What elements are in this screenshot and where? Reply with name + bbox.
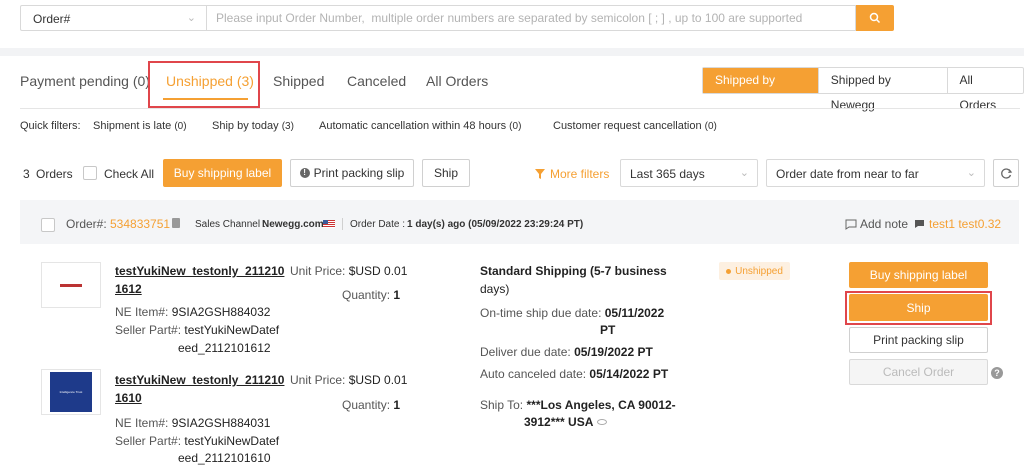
quick-filter-label: Ship by today bbox=[212, 120, 279, 132]
chat-icon bbox=[915, 220, 924, 228]
search-type-label: Order# bbox=[33, 12, 71, 26]
note-icon bbox=[845, 219, 857, 230]
item-seller-part-cont: eed_2112101612 bbox=[178, 341, 271, 355]
tab-shipped[interactable]: Shipped bbox=[273, 73, 324, 89]
tab-payment-pending[interactable]: Payment pending (0) bbox=[20, 73, 150, 89]
quick-filter-customer-cancel[interactable]: Customer request cancellation (0) bbox=[553, 120, 717, 132]
order-date-value: 1 day(s) ago (05/09/2022 23:29:24 PT) bbox=[407, 219, 584, 230]
ontime-ship-due: On-time ship due date: 05/11/2022 bbox=[480, 306, 665, 320]
note-user[interactable]: test1 test0.32 bbox=[914, 217, 1001, 231]
order-date-label: Order Date : bbox=[350, 219, 406, 230]
add-note-link[interactable]: Add note bbox=[845, 217, 908, 231]
filter-icon bbox=[535, 169, 545, 179]
quick-filter-count: (3) bbox=[281, 121, 294, 132]
header-separator bbox=[342, 218, 343, 230]
info-icon: ! bbox=[299, 168, 310, 178]
cancel-order-button[interactable]: Cancel Order bbox=[849, 359, 988, 385]
segment-all-orders[interactable]: All Orders bbox=[946, 68, 1024, 112]
ship-highlight-box bbox=[845, 291, 992, 325]
segment-shipped-by-newegg[interactable]: Shipped by Newegg bbox=[817, 68, 947, 112]
print-packing-slip-button[interactable]: ! Print packing slip bbox=[290, 159, 414, 187]
item-unit-price: Unit Price: $USD 0.01 bbox=[290, 264, 408, 278]
shipping-method: Standard Shipping (5-7 business days) bbox=[480, 264, 667, 296]
quick-filter-label: Shipment is late bbox=[93, 120, 172, 132]
item-thumbnail: Intelligence Trust bbox=[41, 369, 101, 415]
help-icon[interactable]: ? bbox=[991, 367, 1003, 379]
quick-filter-today[interactable]: Ship by today (3) bbox=[212, 120, 294, 132]
section-divider bbox=[0, 48, 1024, 56]
quick-filter-count: (0) bbox=[174, 121, 187, 132]
sales-channel-label: Sales Channel : bbox=[195, 219, 266, 230]
fulfillment-segment-group: Shipped by Seller Shipped by Newegg All … bbox=[702, 67, 1024, 112]
quick-filter-late[interactable]: Shipment is late (0) bbox=[93, 120, 187, 132]
item-thumbnail bbox=[41, 262, 101, 308]
print-packing-slip-label: Print packing slip bbox=[313, 166, 405, 180]
hide-eye-icon[interactable] bbox=[597, 419, 608, 425]
quick-filter-count: (0) bbox=[509, 121, 522, 132]
date-range-dropdown[interactable]: Last 365 days ⌄ bbox=[620, 159, 758, 187]
ontime-ship-due-cont: PT bbox=[600, 323, 616, 337]
chevron-down-icon: ⌄ bbox=[966, 167, 976, 179]
order-number-label: Order#: bbox=[66, 217, 107, 231]
ship-to-address-cont: 3912*** USA bbox=[524, 413, 608, 431]
date-range-value: Last 365 days bbox=[630, 167, 705, 181]
tab-divider bbox=[20, 108, 1020, 109]
chevron-down-icon: ⌄ bbox=[739, 167, 749, 179]
more-filters-link[interactable]: More filters bbox=[534, 167, 609, 181]
refresh-button[interactable] bbox=[993, 159, 1019, 187]
status-dot bbox=[726, 268, 732, 274]
item-seller-part: Seller Part#: testYukiNewDatef bbox=[115, 323, 280, 337]
check-all-label[interactable]: Check All bbox=[104, 167, 154, 181]
item-quantity: Quantity: 1 bbox=[342, 288, 401, 302]
print-packing-slip-action[interactable]: Print packing slip bbox=[849, 327, 988, 353]
segment-shipped-by-seller[interactable]: Shipped by Seller bbox=[703, 68, 818, 112]
order-number-link[interactable]: 534833751 bbox=[110, 217, 170, 231]
quick-filter-count: (0) bbox=[704, 121, 717, 132]
quick-filter-label: Automatic cancellation within 48 hours bbox=[319, 120, 507, 132]
sales-channel-value: Newegg.com bbox=[262, 219, 324, 230]
quick-filter-label: Customer request cancellation bbox=[553, 120, 702, 132]
order-checkbox[interactable] bbox=[41, 218, 55, 232]
buy-shipping-label-button[interactable]: Buy shipping label bbox=[163, 159, 282, 187]
orders-label: Orders bbox=[36, 167, 73, 181]
quick-filter-auto-cancel[interactable]: Automatic cancellation within 48 hours (… bbox=[319, 120, 521, 132]
status-badge: Unshipped bbox=[719, 262, 790, 280]
search-type-select[interactable]: Order# ⌄ bbox=[20, 5, 206, 31]
thumbnail-caption: Intelligence Trust bbox=[59, 389, 83, 394]
tab-highlight-box bbox=[148, 61, 260, 108]
ship-to-address: Ship To: ***Los Angeles, CA 90012- bbox=[480, 398, 676, 412]
item-ne-number: NE Item#: 9SIA2GSH884032 bbox=[115, 305, 271, 319]
item-title[interactable]: testYukiNew_testonly_211210 1610 bbox=[115, 371, 284, 407]
ship-toolbar-button[interactable]: Ship bbox=[422, 159, 470, 187]
auto-canceled-date: Auto canceled date: 05/14/2022 PT bbox=[480, 367, 669, 381]
deliver-due-date: Deliver due date: 05/19/2022 PT bbox=[480, 345, 653, 359]
item-unit-price: Unit Price: $USD 0.01 bbox=[290, 373, 408, 387]
search-icon bbox=[869, 12, 881, 24]
item-quantity: Quantity: 1 bbox=[342, 398, 401, 412]
check-all-checkbox[interactable] bbox=[83, 166, 97, 180]
tab-canceled[interactable]: Canceled bbox=[347, 73, 406, 89]
order-count: 3 bbox=[23, 167, 30, 181]
tab-all-orders[interactable]: All Orders bbox=[426, 73, 488, 89]
chevron-down-icon: ⌄ bbox=[186, 12, 196, 24]
copy-icon[interactable] bbox=[172, 218, 180, 228]
more-filters-label: More filters bbox=[550, 167, 610, 181]
search-input[interactable] bbox=[207, 6, 855, 30]
buy-shipping-label-action[interactable]: Buy shipping label bbox=[849, 262, 988, 288]
search-input-box[interactable] bbox=[206, 5, 856, 31]
note-user-label: test1 test0.32 bbox=[929, 217, 1002, 231]
sort-dropdown[interactable]: Order date from near to far ⌄ bbox=[766, 159, 985, 187]
item-ne-number: NE Item#: 9SIA2GSH884031 bbox=[115, 416, 271, 430]
item-title[interactable]: testYukiNew_testonly_211210 1612 bbox=[115, 262, 284, 298]
quick-filters-label: Quick filters: bbox=[20, 120, 81, 132]
add-note-label: Add note bbox=[860, 217, 909, 231]
refresh-icon bbox=[1000, 167, 1012, 179]
item-seller-part-cont: eed_2112101610 bbox=[178, 451, 271, 465]
item-seller-part: Seller Part#: testYukiNewDatef bbox=[115, 434, 280, 448]
sort-value: Order date from near to far bbox=[776, 167, 919, 181]
us-flag-icon bbox=[323, 220, 335, 228]
search-button[interactable] bbox=[856, 5, 894, 31]
